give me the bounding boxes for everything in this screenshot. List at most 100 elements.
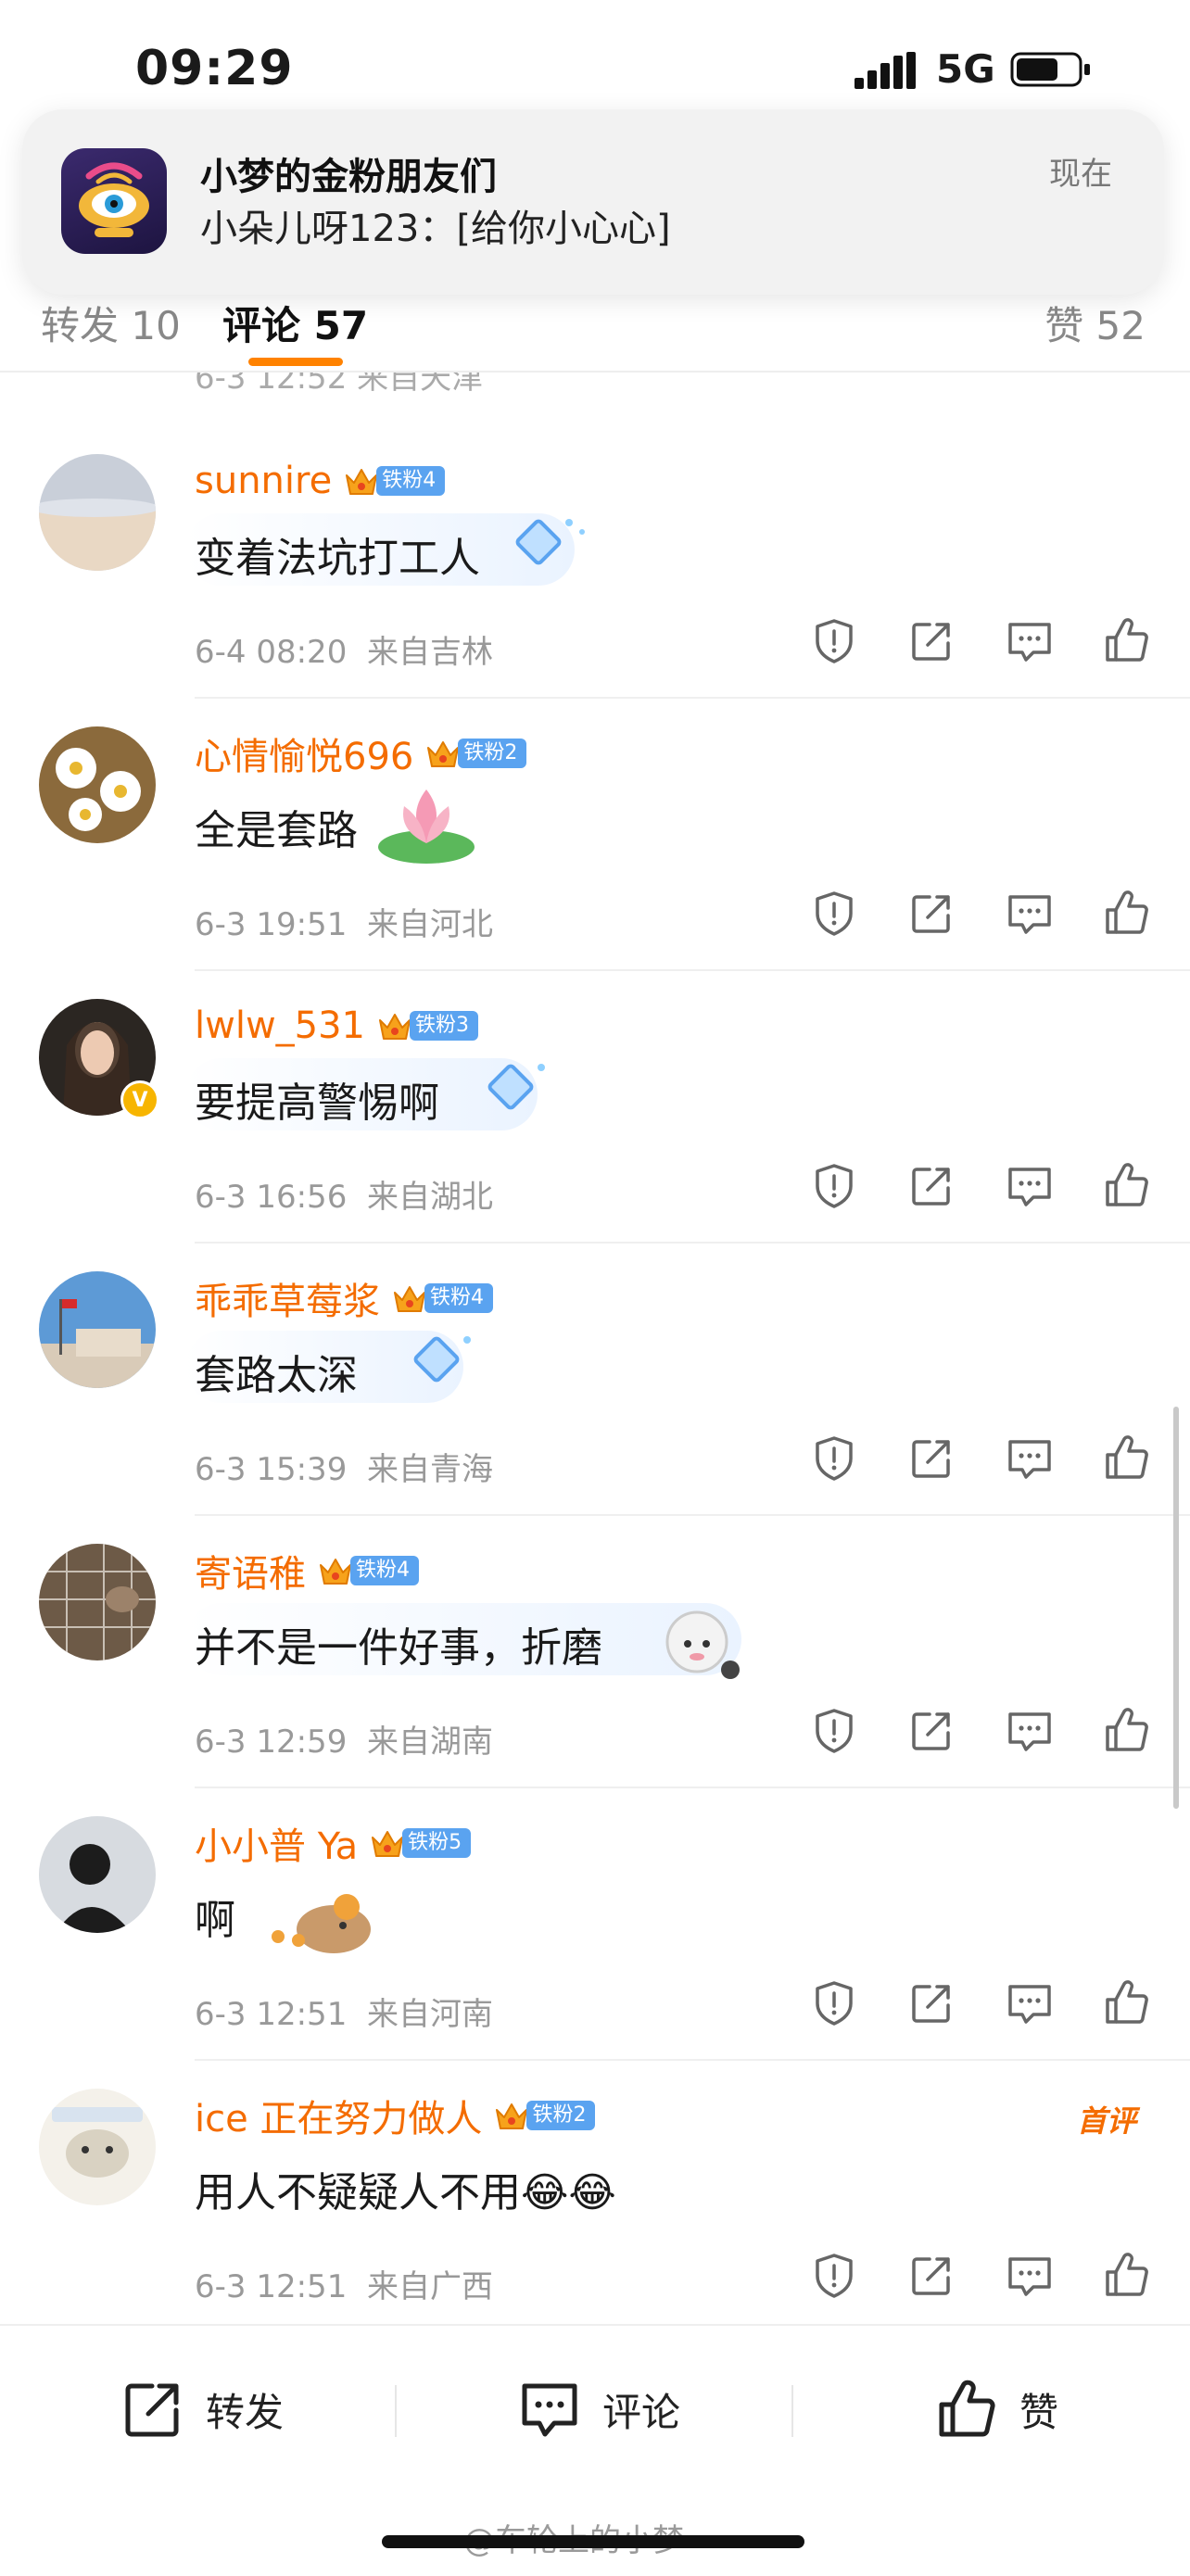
username[interactable]: sunnire — [195, 460, 332, 502]
username-line: ice 正在努力做人 铁粉2 — [195, 2089, 596, 2142]
comment-item[interactable]: 乖乖草莓浆 铁粉4 套路太深 6-3 15:39 来自青海 — [0, 1244, 1190, 1516]
comment-actions — [808, 1160, 1153, 1216]
battery-icon — [1010, 52, 1090, 87]
report-button[interactable] — [808, 1705, 860, 1757]
reply-button[interactable] — [1004, 1977, 1056, 2029]
share-icon — [912, 1440, 951, 1478]
report-button[interactable] — [808, 1160, 860, 1212]
comment-text: 啊 — [195, 1887, 235, 1946]
comment-icon — [1007, 1168, 1051, 1206]
like-button[interactable] — [1101, 888, 1153, 940]
share-button[interactable] — [905, 615, 957, 667]
username-line: 小小普 Ya 铁粉5 — [195, 1816, 472, 1870]
cellular-signal-icon — [855, 52, 916, 89]
share-button[interactable] — [905, 1705, 957, 1757]
repost-button[interactable]: 转发 — [120, 2372, 284, 2446]
reply-button[interactable] — [1004, 1705, 1056, 1757]
fan-level-badge[interactable]: 铁粉4 — [376, 466, 446, 496]
thumbs-up-icon — [1106, 1708, 1148, 1751]
comment-item[interactable]: ice 正在努力做人 铁粉2 用人不疑疑人不用😂😂 首评 6-3 12:51 来自广西 — [0, 2061, 1190, 2333]
first-comment-tag: 首评 — [1076, 2103, 1136, 2139]
comment-text-content: 全是套路 — [195, 807, 358, 854]
username[interactable]: 心情愉悦696 — [195, 726, 413, 780]
fan-level-badge[interactable]: 铁粉2 — [526, 2101, 596, 2130]
share-icon — [912, 1168, 951, 1206]
report-button[interactable] — [808, 1433, 860, 1484]
like-label: 赞 — [1019, 2389, 1059, 2435]
shield-report-icon — [816, 1436, 853, 1481]
avatar[interactable] — [39, 1271, 156, 1388]
scrollbar[interactable] — [1173, 1407, 1179, 1809]
fan-level-badge[interactable]: 铁粉3 — [410, 1011, 479, 1041]
like-button[interactable] — [1101, 615, 1153, 667]
comment-sticker-icon — [413, 1336, 471, 1383]
like-button[interactable] — [1101, 1160, 1153, 1212]
comment-actions — [808, 1433, 1153, 1488]
report-button[interactable] — [808, 1977, 860, 2029]
fan-level-badge[interactable]: 铁粉4 — [350, 1556, 419, 1585]
like-button[interactable]: 赞 — [934, 2372, 1058, 2446]
share-button[interactable] — [905, 1977, 957, 2029]
comment-location: 来自青海 — [366, 1451, 493, 1488]
fan-level-badge[interactable]: 铁粉2 — [458, 739, 527, 768]
crown-icon — [372, 1831, 404, 1857]
notification-banner[interactable]: 小梦的金粉朋友们 小朵儿呀123：[给你小心心] 现在 — [22, 109, 1164, 295]
report-button[interactable] — [808, 888, 860, 940]
comment-item[interactable]: Vlwlw_531 铁粉3 要提高警惕啊 6-3 16:56 来自湖北 — [0, 971, 1190, 1244]
tab-like[interactable]: 赞 52 — [1044, 295, 1146, 351]
share-button[interactable] — [905, 1433, 957, 1484]
avatar[interactable] — [39, 2089, 156, 2205]
share-button[interactable] — [905, 1160, 957, 1212]
username[interactable]: 小小普 Ya — [195, 1816, 358, 1870]
avatar[interactable] — [39, 454, 156, 571]
thumbs-up-icon — [1106, 1435, 1148, 1479]
like-button[interactable] — [1101, 1433, 1153, 1484]
share-button[interactable] — [905, 2250, 957, 2302]
tab-comment[interactable]: 评论 57 — [222, 295, 368, 351]
username[interactable]: 乖乖草莓浆 — [195, 1271, 380, 1325]
report-button[interactable] — [808, 2250, 860, 2302]
avatar[interactable] — [39, 1816, 156, 1933]
comment-actions — [808, 888, 1153, 943]
comment-time: 6-3 12:59 — [195, 1724, 348, 1761]
fan-level-badge[interactable]: 铁粉4 — [424, 1283, 493, 1313]
like-button[interactable] — [1101, 2250, 1153, 2302]
tab-repost[interactable]: 转发 10 — [41, 295, 181, 351]
reply-button[interactable] — [1004, 1160, 1056, 1212]
share-button[interactable] — [905, 888, 957, 940]
comment-actions — [808, 1977, 1153, 2033]
avatar[interactable] — [39, 726, 156, 843]
avatar[interactable] — [39, 1544, 156, 1661]
fan-level-badge[interactable]: 铁粉5 — [402, 1828, 472, 1858]
report-button[interactable] — [808, 615, 860, 667]
share-icon — [125, 2383, 179, 2437]
comment-location: 来自河北 — [366, 906, 493, 943]
reply-button[interactable] — [1004, 1433, 1056, 1484]
reply-button[interactable] — [1004, 888, 1056, 940]
username[interactable]: lwlw_531 — [195, 1004, 365, 1047]
divider — [395, 2385, 397, 2437]
comment-item[interactable]: 寄语稚 铁粉4 并不是一件好事，折磨 6-3 12:59 来自湖南 — [0, 1516, 1190, 1788]
thumbs-up-icon — [1106, 1163, 1148, 1206]
comment-button[interactable]: 评论 — [517, 2372, 680, 2446]
comment-item[interactable]: 心情愉悦696 铁粉2 全是套路 6-3 19:51 来自河北 — [0, 699, 1190, 971]
comment-item[interactable]: sunnire 铁粉4 变着法坑打工人 6-4 08:20 来自吉林 — [0, 426, 1190, 699]
comment-text: 变着法坑打工人 — [195, 524, 480, 584]
comment-item[interactable]: 小小普 Ya 铁粉5 啊 6-3 12:51 来自河南 — [0, 1788, 1190, 2061]
comment-text-content: 并不是一件好事，折磨 — [195, 1624, 602, 1672]
like-button[interactable] — [1101, 1705, 1153, 1757]
partial-comment-row: 6-3 12:52 来自天津 — [0, 371, 1190, 426]
username-line: 乖乖草莓浆 铁粉4 — [195, 1273, 493, 1323]
username[interactable]: 寄语稚 — [195, 1544, 306, 1597]
comment-time: 6-3 16:56 — [195, 1179, 348, 1216]
crown-icon — [320, 1559, 351, 1585]
share-icon — [912, 895, 951, 933]
home-indicator[interactable] — [382, 2535, 804, 2548]
shield-report-icon — [816, 619, 853, 663]
like-button[interactable] — [1101, 1977, 1153, 2029]
comment-icon — [1007, 1440, 1051, 1479]
reply-button[interactable] — [1004, 2250, 1056, 2302]
reply-button[interactable] — [1004, 615, 1056, 667]
username[interactable]: ice 正在努力做人 — [195, 2089, 482, 2142]
comment-sticker-icon — [272, 1894, 371, 1953]
